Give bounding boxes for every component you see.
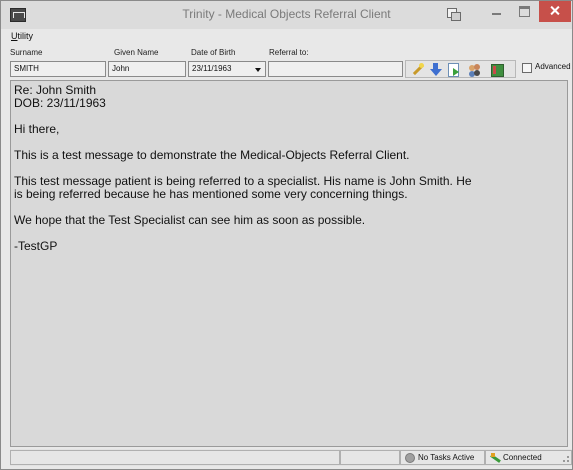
connection-status: Connected (485, 450, 572, 465)
connection-icon (490, 453, 500, 463)
dob-dropdown[interactable]: 23/11/1963 (188, 61, 266, 77)
address-book-icon[interactable] (490, 63, 504, 77)
maximize-button[interactable] (511, 1, 537, 22)
action-toolbar (405, 60, 516, 78)
referral-to-field[interactable] (268, 61, 403, 77)
status-segment-2 (340, 450, 400, 465)
title-bar[interactable]: Trinity - Medical Objects Referral Clien… (1, 1, 572, 29)
users-icon[interactable] (468, 63, 481, 76)
advanced-label[interactable]: Advanced (535, 62, 571, 71)
status-segment-1 (10, 450, 340, 465)
tasks-status: No Tasks Active (400, 450, 485, 465)
document-send-icon[interactable] (447, 63, 460, 77)
message-paragraph-2b: is being referred because he has mention… (14, 187, 408, 201)
dob-value: 23/11/1963 (192, 64, 232, 73)
tasks-icon (405, 453, 415, 463)
given-name-label: Given Name (114, 48, 159, 57)
given-name-field[interactable]: John (108, 61, 186, 77)
message-editor[interactable]: Re: John Smith DOB: 23/11/1963 Hi there,… (10, 80, 568, 447)
message-dob-line: DOB: 23/11/1963 (14, 96, 106, 110)
advanced-checkbox[interactable] (522, 63, 532, 73)
resize-grip-icon[interactable] (563, 456, 569, 462)
message-paragraph-1: This is a test message to demonstrate th… (14, 148, 410, 162)
surname-label: Surname (10, 48, 43, 57)
surname-field[interactable]: SMITH (10, 61, 106, 77)
referral-to-label: Referral to: (269, 48, 309, 57)
download-arrow-icon[interactable] (429, 63, 442, 76)
restore-layout-icon[interactable] (447, 8, 461, 21)
tasks-status-text: No Tasks Active (418, 453, 475, 462)
minimize-button[interactable] (483, 1, 509, 22)
menu-utility[interactable]: Utility (11, 31, 33, 41)
menu-utility-label: tility (17, 31, 34, 41)
close-button[interactable] (539, 1, 571, 22)
message-signature: -TestGP (14, 239, 58, 253)
status-bar: No Tasks Active Connected (10, 449, 572, 466)
dob-label: Date of Birth (191, 48, 236, 57)
menu-bar: Utility (1, 29, 572, 46)
chevron-down-icon[interactable] (255, 68, 261, 72)
message-paragraph-3: We hope that the Test Specialist can see… (14, 213, 366, 227)
magic-wand-icon[interactable] (411, 63, 424, 76)
app-window: Trinity - Medical Objects Referral Clien… (0, 0, 573, 470)
message-greeting: Hi there, (14, 122, 60, 136)
connection-status-text: Connected (503, 453, 542, 462)
